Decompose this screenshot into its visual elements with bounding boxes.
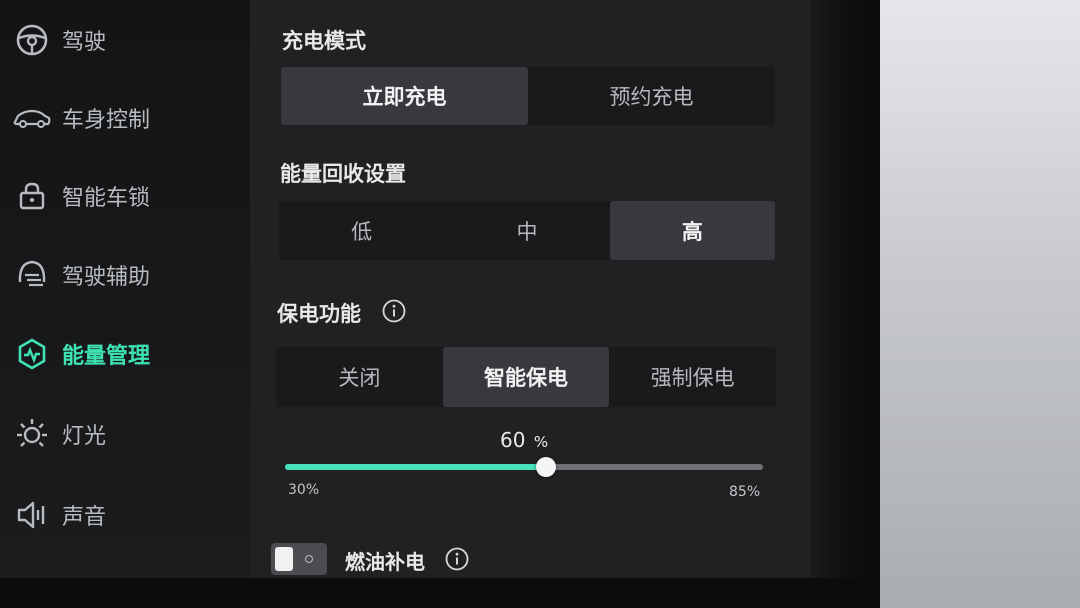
recovery-medium-button[interactable]: 中: [444, 201, 609, 260]
sidebar: 驾驶 车身控制 智能车锁 驾驶辅助 能量管理 灯光 声音: [0, 0, 250, 580]
fuel-charge-info-icon[interactable]: [445, 547, 469, 571]
scheduled-charge-button[interactable]: 预约充电: [528, 67, 775, 125]
battery-save-info-icon[interactable]: [382, 299, 406, 323]
sun-light-icon: [12, 414, 52, 454]
sidebar-item-label: 声音: [62, 505, 107, 530]
sidebar-item-label: 驾驶: [62, 30, 107, 55]
recovery-low-button[interactable]: 低: [279, 201, 444, 260]
driver-assist-icon: [12, 255, 52, 295]
outside-background: [880, 0, 1080, 608]
slider-min-label: 30%: [288, 482, 320, 498]
sidebar-item-label: 灯光: [62, 424, 107, 449]
battery-save-selector: 关闭 智能保电 强制保电: [276, 347, 776, 407]
bottom-bezel: [0, 578, 880, 608]
sidebar-item-driving[interactable]: 驾驶: [0, 12, 240, 68]
sidebar-item-body-control[interactable]: 车身控制: [0, 90, 240, 146]
battery-save-title: 保电功能: [277, 302, 361, 326]
charge-mode-selector: 立即充电 预约充电: [281, 67, 775, 125]
sidebar-item-label: 能量管理: [62, 344, 151, 369]
charge-mode-title: 充电模式: [282, 29, 366, 53]
lock-icon: [12, 176, 52, 216]
toggle-off-indicator: [305, 555, 313, 563]
slider-max-label: 85%: [729, 484, 761, 500]
sidebar-item-driver-assist[interactable]: 驾驶辅助: [0, 247, 240, 303]
energy-recovery-title: 能量回收设置: [280, 162, 406, 186]
sidebar-item-energy-management[interactable]: 能量管理: [0, 326, 240, 382]
energy-recovery-selector: 低 中 高: [279, 201, 775, 260]
charge-now-button[interactable]: 立即充电: [281, 67, 528, 125]
sidebar-item-sound[interactable]: 声音: [0, 487, 240, 543]
sidebar-item-smart-lock[interactable]: 智能车锁: [0, 168, 240, 224]
screen-bezel: [810, 0, 880, 608]
fuel-charge-toggle[interactable]: [271, 543, 327, 575]
slider-value-readout: 60 %: [500, 428, 548, 452]
steering-wheel-icon: [12, 20, 52, 60]
sidebar-item-label: 智能车锁: [62, 186, 151, 211]
screen: 驾驶 车身控制 智能车锁 驾驶辅助 能量管理 灯光 声音 充电模式 立即充电 预…: [0, 0, 1080, 608]
toggle-knob: [275, 547, 293, 571]
sidebar-item-label: 车身控制: [62, 108, 151, 133]
slider-handle[interactable]: [535, 457, 556, 477]
sidebar-item-label: 驾驶辅助: [62, 265, 151, 290]
forced-battery-save-button[interactable]: 强制保电: [609, 347, 776, 407]
fuel-charge-label: 燃油补电: [345, 550, 425, 574]
speaker-icon: [12, 495, 52, 535]
energy-pulse-icon: [12, 334, 52, 374]
sidebar-item-lights[interactable]: 灯光: [0, 406, 240, 462]
battery-save-off-button[interactable]: 关闭: [276, 347, 443, 407]
slider-fill: [285, 464, 546, 470]
smart-battery-save-button[interactable]: 智能保电: [442, 347, 610, 407]
recovery-high-button[interactable]: 高: [609, 201, 775, 260]
slider-value: 60: [500, 428, 526, 452]
car-icon: [12, 98, 52, 138]
slider-unit: %: [533, 433, 549, 451]
battery-save-slider[interactable]: [285, 457, 763, 477]
